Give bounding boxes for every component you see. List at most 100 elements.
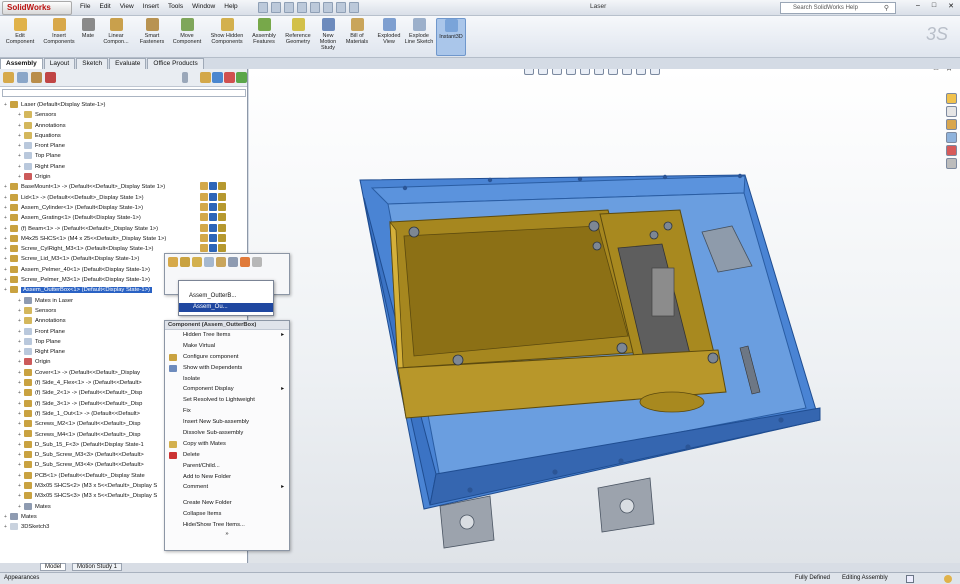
context-menu-item[interactable]: Show with Dependents (165, 363, 289, 374)
status-0-icon[interactable] (200, 233, 208, 242)
tree-item[interactable]: + Origin (0, 172, 248, 182)
tab-evaluate[interactable]: Evaluate (109, 58, 147, 69)
context-menu-item[interactable]: Isolate (165, 374, 289, 385)
context-menu-item[interactable]: Comment ▸ (165, 482, 289, 493)
context-menu-item[interactable]: Make Virtual (165, 341, 289, 352)
save-icon[interactable] (284, 2, 294, 13)
status-2-icon[interactable] (218, 233, 226, 242)
component-properties-icon[interactable] (216, 257, 226, 267)
context-menu-item[interactable]: Fix (165, 406, 289, 417)
edit-component-button[interactable]: Edit Component (3, 18, 37, 45)
hide-component-icon[interactable] (192, 257, 202, 267)
edit-assembly-icon[interactable] (180, 257, 190, 267)
tab-model[interactable]: Model (40, 563, 67, 571)
print-icon[interactable] (297, 2, 307, 13)
tree-item[interactable]: + Assem_Grating<1> (Default<Display State… (0, 213, 248, 223)
transparency-icon[interactable] (204, 257, 214, 267)
status-0-icon[interactable] (200, 182, 208, 191)
status-0-icon[interactable] (200, 223, 208, 232)
undo-icon[interactable] (310, 2, 320, 13)
rebuild-status-icon[interactable] (906, 575, 914, 583)
restore-icon[interactable]: □ (932, 2, 936, 10)
tree-item[interactable]: + Front Plane (0, 141, 248, 151)
menu-tools[interactable]: Tools (168, 3, 183, 10)
bill-of-materials-button[interactable]: Bill of Materials (342, 18, 372, 45)
tree-item[interactable]: + Assem_Cylinder<1> (Default<Display Stat… (0, 202, 248, 213)
status-2-icon[interactable] (218, 213, 226, 222)
status-2-icon[interactable] (218, 223, 226, 232)
col-icon-1[interactable] (200, 72, 211, 83)
search-icon[interactable]: ⚲ (884, 4, 889, 12)
context-menu-item[interactable]: Add to New Folder (165, 472, 289, 483)
tab-sketch[interactable]: Sketch (76, 58, 109, 69)
help-icon[interactable] (944, 575, 952, 583)
context-menu-item[interactable]: Hide/Show Tree Items... (165, 520, 289, 531)
tree-item[interactable]: + Equations (0, 131, 248, 141)
status-0-icon[interactable] (200, 202, 208, 211)
minimize-icon[interactable]: – (916, 2, 920, 10)
options-icon[interactable] (349, 2, 359, 13)
collapse-icon[interactable] (182, 72, 188, 83)
solidworks-logo[interactable]: SolidWorks (2, 1, 72, 15)
tree-item[interactable]: + M4x25 SHCS<1> (M4 x 25<<Default>_Displa… (0, 233, 248, 244)
rebuild-icon[interactable] (336, 2, 346, 13)
linear-component-pattern-button[interactable]: Linear Compon... (100, 18, 132, 45)
expand-menu-icon[interactable]: » (165, 531, 289, 541)
status-1-icon[interactable] (209, 202, 217, 211)
move-component-button[interactable]: Move Component (170, 18, 204, 45)
tree-item[interactable]: + Right Plane (0, 162, 248, 172)
context-menu-item[interactable]: Component Display ▸ (165, 384, 289, 395)
tab-assembly[interactable]: Assembly (0, 58, 43, 69)
status-1-icon[interactable] (209, 233, 217, 242)
zoom-to-selection-icon[interactable] (252, 257, 262, 267)
menu-file[interactable]: File (80, 3, 90, 10)
tree-item[interactable]: + BaseMount<1> -> (Default<<Default>_Disp… (0, 182, 248, 192)
status-2-icon[interactable] (218, 192, 226, 201)
menu-insert[interactable]: Insert (143, 3, 159, 10)
context-menu-item[interactable]: Parent/Child... (165, 461, 289, 472)
tree-item[interactable]: + (f) Beam<1> -> (Default<<Default>_Displ… (0, 223, 248, 234)
open-part-icon[interactable] (168, 257, 178, 267)
tab-layout[interactable]: Layout (43, 58, 76, 69)
explode-line-sketch-button[interactable]: Explode Line Sketch (404, 18, 434, 45)
open-icon[interactable] (271, 2, 281, 13)
selection-item-2[interactable]: Assem_Ou... (179, 303, 273, 312)
col-icon-2[interactable] (212, 72, 223, 83)
context-menu-item[interactable]: Delete (165, 450, 289, 461)
reference-geometry-button[interactable]: Reference Geometry (282, 18, 314, 45)
assembly-features-button[interactable]: Assembly Features (248, 18, 280, 45)
context-menu-item[interactable]: Configure component (165, 352, 289, 363)
status-0-icon[interactable] (200, 192, 208, 201)
context-menu-item[interactable]: Insert New Sub-assembly (165, 417, 289, 428)
status-1-icon[interactable] (209, 244, 217, 253)
graphics-area[interactable]: – □ ✕ (249, 69, 960, 563)
select-icon[interactable] (323, 2, 333, 13)
show-hidden-components-button[interactable]: Show Hidden Components (209, 18, 245, 45)
status-0-icon[interactable] (200, 213, 208, 222)
context-menu-item[interactable]: Create New Folder (165, 498, 289, 509)
feature-tree-icon[interactable] (3, 72, 14, 83)
menu-view[interactable]: View (120, 3, 134, 10)
context-menu-item[interactable]: Collapse Items (165, 509, 289, 520)
property-manager-icon[interactable] (17, 72, 28, 83)
instant3d-button[interactable]: Instant3D (436, 18, 466, 56)
tree-item[interactable]: + Top Plane (0, 151, 248, 161)
new-icon[interactable] (258, 2, 268, 13)
selection-item-1[interactable]: Assem_OutterB... (189, 293, 236, 299)
new-motion-study-button[interactable]: New Motion Study (316, 18, 340, 51)
context-menu-item[interactable]: Copy with Mates (165, 439, 289, 450)
close-icon[interactable]: ✕ (948, 2, 954, 10)
tree-item[interactable]: + Annotations (0, 121, 248, 131)
status-0-icon[interactable] (200, 244, 208, 253)
status-1-icon[interactable] (209, 223, 217, 232)
menu-window[interactable]: Window (192, 3, 215, 10)
menu-edit[interactable]: Edit (99, 3, 110, 10)
mate-button[interactable]: Mate (80, 18, 96, 39)
smart-fasteners-button[interactable]: Smart Fasteners (135, 18, 169, 45)
rebuild-component-icon[interactable] (228, 257, 238, 267)
appearance-icon[interactable] (240, 257, 250, 267)
context-menu-item[interactable]: Hidden Tree Items ▸ (165, 330, 289, 341)
tab-office-products[interactable]: Office Products (147, 58, 204, 69)
search-input[interactable]: Search SolidWorks Help ⚲ (780, 2, 896, 14)
dimxpert-icon[interactable] (45, 72, 56, 83)
